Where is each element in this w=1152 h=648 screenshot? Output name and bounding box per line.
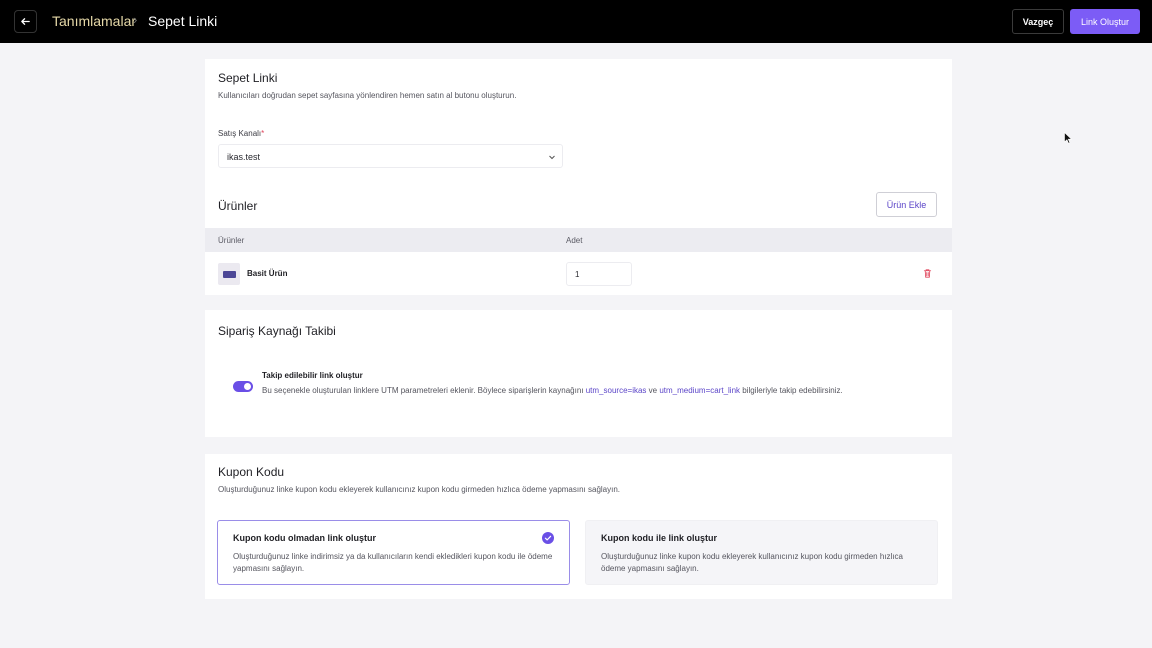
product-name[interactable]: Basit Ürün [247,269,287,278]
order-source-tracking-card: Sipariş Kaynağı Takibi Takip edilebilir … [205,310,952,437]
products-table-header: Ürünler Adet [205,228,952,252]
utm-source-text: utm_source=ikas [585,386,647,395]
breadcrumb-parent-link[interactable]: Tanımlamalar [52,13,136,29]
product-thumbnail [218,263,240,285]
column-header-quantity: Adet [566,236,583,245]
add-product-button[interactable]: Ürün Ekle [876,192,937,217]
tracking-toggle[interactable] [233,381,253,392]
trash-icon[interactable] [922,268,933,279]
section-title-coupon: Kupon Kodu [218,465,285,479]
option-description: Oluşturduğunuz linke kupon kodu ekleyere… [601,552,903,573]
chevron-right-icon: › [133,12,138,27]
sales-channel-label: Satış Kanalı* [218,129,265,138]
coupon-option-without-code[interactable]: Kupon kodu olmadan link oluştur Oluşturd… [217,520,570,585]
column-header-products: Ürünler [218,236,245,245]
option-title: Kupon kodu ile link oluştur [601,533,717,543]
coupon-option-with-code[interactable]: Kupon kodu ile link oluştur Oluşturduğun… [585,520,938,585]
mouse-pointer-icon [1064,132,1072,144]
page-title: Sepet Linki [148,13,218,29]
chevron-down-icon [549,155,555,160]
basket-link-card: Sepet Linki Kullanıcıları doğrudan sepet… [205,59,952,295]
arrow-left-icon [21,18,30,25]
option-description: Oluşturduğunuz linke indirimsiz ya da ku… [233,552,553,573]
top-bar: Tanımlamalar › Sepet Linki Vazgeç Link O… [0,0,1152,43]
tracking-toggle-label: Takip edilebilir link oluştur [262,371,363,380]
option-title: Kupon kodu olmadan link oluştur [233,533,376,543]
coupon-description: Oluşturduğunuz linke kupon kodu ekleyere… [218,485,621,494]
create-link-button[interactable]: Link Oluştur [1070,9,1140,34]
cancel-button[interactable]: Vazgeç [1012,9,1064,34]
tracking-description: Bu seçenekle oluşturulan linklere UTM pa… [262,386,843,395]
section-title-basket-link: Sepet Linki [218,71,278,85]
section-title-products: Ürünler [218,199,258,213]
utm-medium-text: utm_medium=cart_link [659,386,741,395]
section-title-tracking: Sipariş Kaynağı Takibi [218,324,336,338]
coupon-code-card: Kupon Kodu Oluşturduğunuz linke kupon ko… [205,454,952,599]
check-circle-icon [542,532,554,544]
back-button[interactable] [14,10,37,33]
section-description: Kullanıcıları doğrudan sepet sayfasına y… [218,91,517,100]
quantity-input[interactable]: 1 [566,262,632,286]
sales-channel-select[interactable]: ikas.test [218,144,563,168]
